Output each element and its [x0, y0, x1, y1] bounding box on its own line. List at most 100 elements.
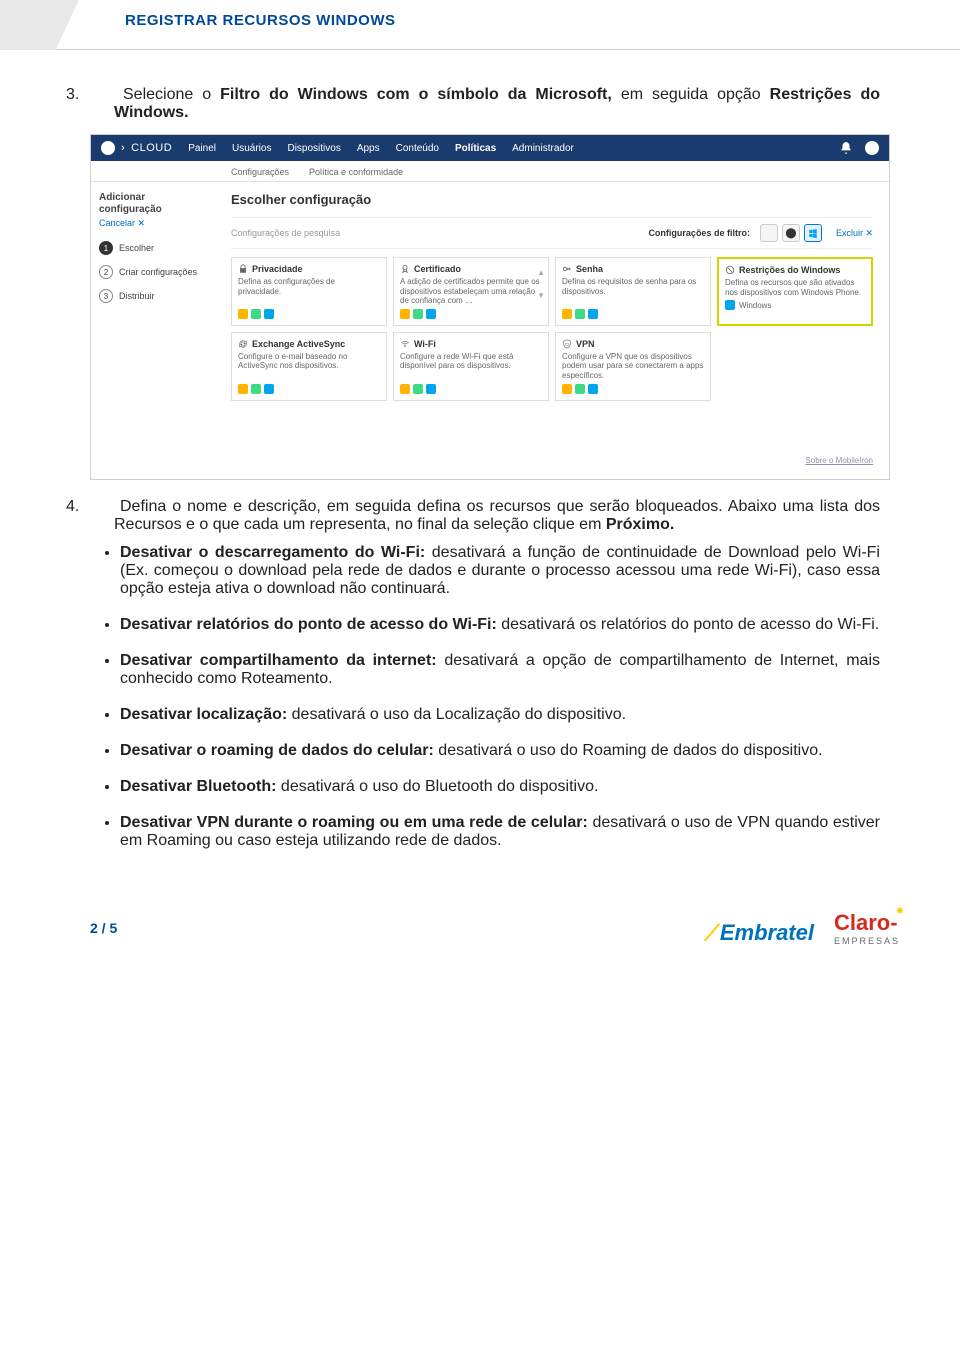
- key-icon: [562, 264, 572, 274]
- filter-windows-icon[interactable]: [804, 224, 822, 242]
- platform-windows-icon: [426, 309, 436, 319]
- sidebar: Adicionar configuração Cancelar ✕ 1 Esco…: [91, 182, 221, 452]
- bullet-4: Desativar localização: desativará o uso …: [120, 706, 880, 724]
- nav-politicas[interactable]: Políticas: [455, 143, 496, 154]
- lock-icon: [238, 264, 248, 274]
- platform-windows-icon: [725, 300, 735, 310]
- step-3-wizard[interactable]: 3 Distribuir: [99, 289, 213, 303]
- step-3-text-2: em seguida opção: [612, 86, 770, 103]
- brand-logo-icon: [101, 141, 115, 155]
- bullet-2: Desativar relatórios do ponto de acesso …: [120, 616, 880, 634]
- app-subnav: Configurações Política e conformidade: [91, 161, 889, 182]
- bullet-1: Desativar o descarregamento do Wi-Fi: de…: [120, 544, 880, 598]
- bullet-5: Desativar o roaming de dados do celular:…: [120, 742, 880, 760]
- filter-android-icon[interactable]: ⬤: [782, 224, 800, 242]
- main-title: Escolher configuração: [231, 192, 873, 207]
- search-input[interactable]: Configurações de pesquisa: [231, 228, 638, 238]
- nav-painel[interactable]: Painel: [188, 143, 216, 154]
- logo-embratel: ⟋Embratel: [704, 920, 814, 946]
- ribbon-icon: [400, 264, 410, 274]
- card-exchange[interactable]: Exchange ActiveSync Configure o e-mail b…: [231, 332, 387, 401]
- platform-windows-icon: [264, 384, 274, 394]
- app-topbar: › CLOUD Painel Usuários Dispositivos App…: [91, 135, 889, 161]
- wifi-icon: [400, 339, 410, 349]
- page-footer: 2 / 5 ⟋Embratel Claro-✷ EMPRESAS: [0, 910, 960, 946]
- bullet-list: Desativar o descarregamento do Wi-Fi: de…: [120, 544, 880, 850]
- no-icon: [725, 265, 735, 275]
- step-3-text-1: Selecione o: [123, 86, 220, 103]
- footer-logos: ⟋Embratel Claro-✷ EMPRESAS: [704, 910, 900, 946]
- platform-windows-icon: [264, 309, 274, 319]
- avatar-icon[interactable]: [865, 141, 879, 155]
- platform-android-icon: [575, 309, 585, 319]
- bullet-6: Desativar Bluetooth: desativará o uso do…: [120, 778, 880, 796]
- excluir-link[interactable]: Excluir ✕: [836, 228, 873, 239]
- sync-icon: [238, 339, 248, 349]
- step-1-label: Escolher: [119, 243, 154, 253]
- platform-android-icon: [251, 384, 261, 394]
- step-2-num: 2: [99, 265, 113, 279]
- card-senha[interactable]: Senha Defina os requisitos de senha para…: [555, 257, 711, 326]
- platform-windows-icon: [588, 309, 598, 319]
- bullet-7: Desativar VPN durante o roaming ou em um…: [120, 814, 880, 850]
- subnav-configuracoes[interactable]: Configurações: [231, 167, 289, 177]
- step-4: 4. Defina o nome e descrição, em seguida…: [90, 498, 880, 534]
- platform-ios-icon: [562, 384, 572, 394]
- document-header: REGISTRAR RECURSOS WINDOWS: [0, 0, 960, 50]
- card-vpn[interactable]: VPN Configure a VPN que os dispositivos …: [555, 332, 711, 401]
- step-3-number: 3.: [90, 86, 114, 104]
- bell-icon[interactable]: [839, 141, 853, 155]
- nav-usuarios[interactable]: Usuários: [232, 143, 271, 154]
- filter-icons: ⬤: [760, 224, 822, 242]
- bullet-3: Desativar compartilhamento da internet: …: [120, 652, 880, 688]
- brand: › CLOUD: [101, 141, 172, 155]
- screenshot-container: › CLOUD Painel Usuários Dispositivos App…: [90, 134, 890, 480]
- step-1[interactable]: 1 Escolher: [99, 241, 213, 255]
- step-4-number: 4.: [90, 498, 114, 516]
- nav-dispositivos[interactable]: Dispositivos: [287, 143, 340, 154]
- card-wifi[interactable]: Wi-Fi Configure a rede Wi-Fi que está di…: [393, 332, 549, 401]
- main-panel: Escolher configuração Configurações de p…: [221, 182, 889, 452]
- filter-apple-icon[interactable]: [760, 224, 778, 242]
- step-2-label: Criar configurações: [119, 267, 197, 277]
- platform-windows-icon: [426, 384, 436, 394]
- platform-android-icon: [413, 384, 423, 394]
- step-4-text: Defina o nome e descrição, em seguida de…: [114, 498, 880, 533]
- cards-grid: Privacidade Defina as configurações de p…: [231, 257, 873, 401]
- platform-ios-icon: [238, 309, 248, 319]
- platform-ios-icon: [400, 384, 410, 394]
- nav-apps[interactable]: Apps: [357, 143, 380, 154]
- step-list: 1 Escolher 2 Criar configurações 3 Distr…: [99, 241, 213, 303]
- header-slant: [0, 0, 120, 50]
- header-title: REGISTRAR RECURSOS WINDOWS: [125, 12, 396, 29]
- card-restricoes-windows[interactable]: Restrições do Windows Defina os recursos…: [717, 257, 873, 326]
- step-3: 3. Selecione o Filtro do Windows com o s…: [90, 86, 880, 122]
- platform-android-icon: [251, 309, 261, 319]
- card-privacidade[interactable]: Privacidade Defina as configurações de p…: [231, 257, 387, 326]
- platform-ios-icon: [238, 384, 248, 394]
- platform-ios-icon: [400, 309, 410, 319]
- shield-lock-icon: [562, 339, 572, 349]
- filter-label: Configurações de filtro:: [648, 228, 750, 238]
- page-number: 2 / 5: [90, 920, 117, 936]
- platform-android-icon: [413, 309, 423, 319]
- platform-windows-icon: [588, 384, 598, 394]
- platform-ios-icon: [562, 309, 572, 319]
- subnav-politica[interactable]: Política e conformidade: [309, 167, 403, 177]
- about-link[interactable]: Sobre o MobileIron: [91, 452, 889, 479]
- logo-claro: Claro-✷ EMPRESAS: [834, 910, 900, 946]
- sidebar-cancel-link[interactable]: Cancelar ✕: [99, 218, 213, 229]
- step-3-bold-1: Filtro do Windows com o símbolo da Micro…: [220, 86, 612, 103]
- nav-administrador[interactable]: Administrador: [512, 143, 574, 154]
- nav-conteudo[interactable]: Conteúdo: [396, 143, 439, 154]
- card-certificado[interactable]: Certificado A adição de certificados per…: [393, 257, 549, 326]
- step-2[interactable]: 2 Criar configurações: [99, 265, 213, 279]
- filter-row: Configurações de pesquisa Configurações …: [231, 217, 873, 249]
- step-4-bold: Próximo.: [606, 516, 674, 533]
- scroll-indicator: ▲▼: [537, 268, 545, 300]
- step-3-label: Distribuir: [119, 291, 155, 301]
- step-1-num: 1: [99, 241, 113, 255]
- platform-android-icon: [575, 384, 585, 394]
- sidebar-add-title: Adicionar configuração: [99, 192, 213, 216]
- step-3-num: 3: [99, 289, 113, 303]
